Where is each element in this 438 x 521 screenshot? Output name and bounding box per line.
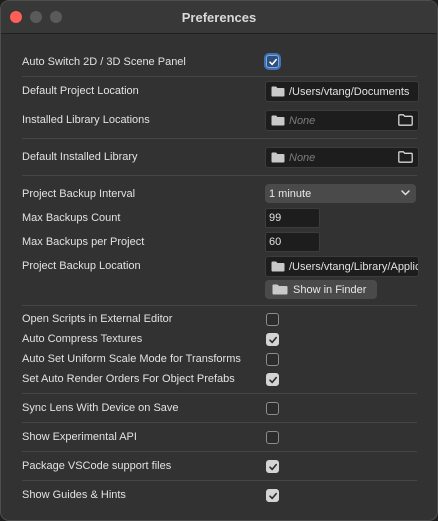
project-backup-location-value: /Users/vtang/Library/Application Support (289, 261, 418, 273)
separator (22, 76, 417, 77)
max-backups-count-value: 99 (269, 212, 282, 224)
folder-icon (271, 152, 285, 163)
max-backups-per-project-label: Max Backups per Project (22, 236, 145, 248)
window-title: Preferences (181, 10, 257, 25)
show-experimental-api-checkbox[interactable] (266, 431, 279, 444)
checkmark-icon (269, 336, 277, 344)
installed-library-locations-label: Installed Library Locations (22, 114, 150, 126)
separator (22, 393, 417, 394)
checkmark-icon (269, 463, 277, 471)
auto-uniform-scale-label: Auto Set Uniform Scale Mode for Transfor… (22, 353, 241, 365)
default-project-location-label: Default Project Location (22, 85, 139, 97)
separator (22, 451, 417, 452)
folder-icon (271, 261, 285, 272)
default-installed-library-label: Default Installed Library (22, 151, 138, 163)
separator (22, 422, 417, 423)
title-bar: Preferences (1, 1, 437, 34)
auto-render-orders-checkbox[interactable] (266, 373, 279, 386)
auto-render-orders-label: Set Auto Render Orders For Object Prefab… (22, 373, 235, 385)
auto-switch-label: Auto Switch 2D / 3D Scene Panel (22, 56, 186, 68)
separator (22, 175, 417, 176)
show-in-finder-label: Show in Finder (293, 284, 367, 296)
browse-folder-icon[interactable] (398, 151, 413, 163)
package-vscode-label: Package VSCode support files (22, 460, 172, 472)
browse-folder-icon[interactable] (398, 114, 413, 126)
sync-lens-label: Sync Lens With Device on Save (22, 402, 179, 414)
max-backups-count-label: Max Backups Count (22, 212, 121, 224)
show-in-finder-button[interactable]: Show in Finder (265, 280, 377, 299)
project-backup-interval-select[interactable]: 1 minute (265, 184, 416, 203)
auto-compress-textures-label: Auto Compress Textures (22, 333, 143, 345)
auto-uniform-scale-checkbox[interactable] (266, 353, 279, 366)
show-experimental-api-label: Show Experimental API (22, 431, 137, 443)
default-project-location-field[interactable]: /Users/vtang/Documents (265, 81, 419, 102)
project-backup-interval-label: Project Backup Interval (22, 188, 136, 200)
checkmark-icon (269, 492, 277, 500)
package-vscode-checkbox[interactable] (266, 460, 279, 473)
default-installed-library-value: None (289, 152, 316, 164)
checkmark-icon (269, 376, 277, 384)
folder-icon (272, 284, 288, 295)
separator (22, 305, 417, 306)
separator (22, 480, 417, 481)
checkmark-icon (269, 58, 277, 66)
default-installed-library-field[interactable]: None (265, 147, 419, 168)
installed-library-locations-field[interactable]: None (265, 110, 419, 131)
open-scripts-external-label: Open Scripts in External Editor (22, 313, 173, 325)
default-project-location-value: /Users/vtang/Documents (289, 86, 410, 98)
max-backups-count-input[interactable]: 99 (265, 208, 320, 228)
separator (22, 138, 417, 139)
auto-switch-checkbox[interactable] (266, 55, 279, 68)
project-backup-location-label: Project Backup Location (22, 260, 141, 272)
folder-icon (271, 115, 285, 126)
max-backups-per-project-input[interactable]: 60 (265, 232, 320, 252)
project-backup-location-field[interactable]: /Users/vtang/Library/Application Support (265, 256, 419, 277)
preferences-window: Preferences Auto Switch 2D / 3D Scene Pa… (0, 0, 438, 521)
max-backups-per-project-value: 60 (269, 236, 282, 248)
sync-lens-checkbox[interactable] (266, 402, 279, 415)
folder-icon (271, 86, 285, 97)
open-scripts-external-checkbox[interactable] (266, 313, 279, 326)
show-guides-checkbox[interactable] (266, 489, 279, 502)
installed-library-locations-value: None (289, 115, 316, 127)
project-backup-interval-value: 1 minute (269, 188, 312, 200)
chevron-down-icon (401, 190, 410, 196)
auto-compress-textures-checkbox[interactable] (266, 333, 279, 346)
show-guides-label: Show Guides & Hints (22, 489, 126, 501)
